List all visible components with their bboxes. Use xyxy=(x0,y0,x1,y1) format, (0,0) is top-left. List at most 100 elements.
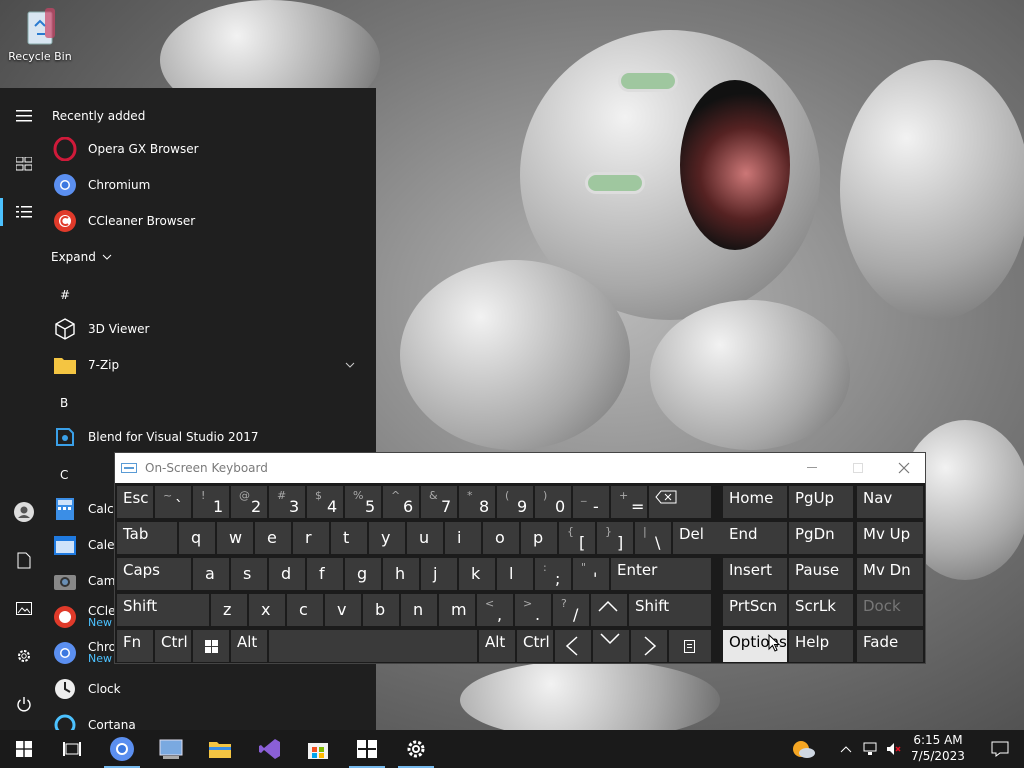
account-button[interactable] xyxy=(0,492,48,532)
key-o[interactable]: o xyxy=(483,522,519,554)
taskbar-chromium[interactable] xyxy=(98,730,146,768)
app-opera-gx[interactable]: Opera GX Browser xyxy=(48,131,368,167)
key-shift-left[interactable]: Shift xyxy=(117,594,209,626)
key-prtscn[interactable]: PrtScn xyxy=(723,594,787,626)
key-r1-7[interactable]: ^ 6 xyxy=(383,486,419,518)
key-windows[interactable] xyxy=(193,630,229,662)
key-m[interactable]: m xyxy=(439,594,475,626)
key-u[interactable]: u xyxy=(407,522,443,554)
taskbar-remote-desktop[interactable] xyxy=(148,730,196,768)
key-arrow-up[interactable] xyxy=(591,594,627,626)
key-b[interactable]: b xyxy=(363,594,399,626)
app-3d-viewer[interactable]: 3D Viewer xyxy=(48,311,368,347)
key-ctrl-left[interactable]: Ctrl xyxy=(155,630,191,662)
key-s[interactable]: s xyxy=(231,558,267,590)
key-d[interactable]: d xyxy=(269,558,305,590)
key-backspace[interactable] xyxy=(649,486,711,518)
power-button[interactable] xyxy=(0,684,48,724)
key-pause[interactable]: Pause xyxy=(789,558,853,590)
start-button[interactable] xyxy=(0,730,48,768)
key-enter[interactable]: Enter xyxy=(611,558,711,590)
key-dock[interactable]: Dock xyxy=(857,594,923,626)
key-i[interactable]: i xyxy=(445,522,481,554)
taskbar-osk[interactable] xyxy=(343,730,391,768)
letter-header-c[interactable]: C xyxy=(60,468,68,482)
key-q[interactable]: q xyxy=(179,522,215,554)
expand-button[interactable]: Expand xyxy=(48,239,368,275)
close-button[interactable] xyxy=(881,453,927,483)
settings-button[interactable] xyxy=(0,636,48,676)
key-r2-punct-2[interactable]: | \ xyxy=(635,522,671,554)
key-scrlk[interactable]: ScrLk xyxy=(789,594,853,626)
key-p[interactable]: p xyxy=(521,522,557,554)
taskbar-settings[interactable] xyxy=(392,730,440,768)
app-clock[interactable]: Clock xyxy=(48,671,368,707)
key-r1-9[interactable]: * 8 xyxy=(459,486,495,518)
key-tab[interactable]: Tab xyxy=(117,522,177,554)
notifications-button[interactable] xyxy=(976,730,1024,768)
system-clock[interactable]: 6:15 AM 7/5/2023 xyxy=(906,732,970,764)
app-blend-vs[interactable]: Blend for Visual Studio 2017 xyxy=(48,419,368,455)
taskbar-store[interactable] xyxy=(294,730,342,768)
weather-button[interactable] xyxy=(780,730,828,768)
letter-header-hash[interactable]: # xyxy=(60,288,70,302)
hamburger-menu-button[interactable] xyxy=(0,96,48,136)
key-r3-punct-0[interactable]: :; xyxy=(535,558,571,590)
key-arrow-down[interactable] xyxy=(593,630,629,662)
tiles-view-button[interactable] xyxy=(0,144,48,184)
key-mv-up[interactable]: Mv Up xyxy=(857,522,923,554)
key-r1-2[interactable]: ! 1 xyxy=(193,486,229,518)
key-ctrl-right[interactable]: Ctrl xyxy=(517,630,553,662)
app-cortana[interactable]: Cortana xyxy=(48,707,368,730)
key-nav[interactable]: Nav xyxy=(857,486,923,518)
key-r1-13[interactable]: + = xyxy=(611,486,647,518)
key-r2-punct-0[interactable]: {[ xyxy=(559,522,595,554)
key-caps[interactable]: Caps xyxy=(117,558,191,590)
key-j[interactable]: j xyxy=(421,558,457,590)
key-r4-punct-2[interactable]: ? / xyxy=(553,594,589,626)
task-view-button[interactable] xyxy=(48,730,96,768)
app-chromium[interactable]: Chromium xyxy=(48,167,368,203)
show-hidden-icons-button[interactable] xyxy=(834,730,858,768)
key-alt-left[interactable]: Alt xyxy=(231,630,267,662)
key-fn[interactable]: Fn xyxy=(117,630,153,662)
taskbar-visual-studio[interactable] xyxy=(246,730,294,768)
minimize-button[interactable] xyxy=(789,453,835,483)
key-t[interactable]: t xyxy=(331,522,367,554)
key-w[interactable]: w xyxy=(217,522,253,554)
app-ccleaner-browser[interactable]: CCleaner Browser xyxy=(48,203,368,239)
key-home[interactable]: Home xyxy=(723,486,787,518)
documents-button[interactable] xyxy=(0,540,48,580)
key-k[interactable]: k xyxy=(459,558,495,590)
recycle-bin-shortcut[interactable]: Recycle Bin xyxy=(6,6,74,63)
key-r1-10[interactable]: (9 xyxy=(497,486,533,518)
key-alt-right[interactable]: Alt xyxy=(479,630,515,662)
key-e[interactable]: e xyxy=(255,522,291,554)
key-arrow-left[interactable] xyxy=(555,630,591,662)
key-y[interactable]: y xyxy=(369,522,405,554)
key-esc[interactable]: Esc xyxy=(117,486,153,518)
chevron-down-icon[interactable] xyxy=(345,362,355,368)
key-x[interactable]: x xyxy=(249,594,285,626)
key-f[interactable]: f xyxy=(307,558,343,590)
key-g[interactable]: g xyxy=(345,558,381,590)
key-arrow-right[interactable] xyxy=(631,630,667,662)
key-l[interactable]: l xyxy=(497,558,533,590)
key-fade[interactable]: Fade xyxy=(857,630,923,662)
key-r[interactable]: r xyxy=(293,522,329,554)
key-h[interactable]: h xyxy=(383,558,419,590)
key-end[interactable]: End xyxy=(723,522,787,554)
key-r4-punct-1[interactable]: >. xyxy=(515,594,551,626)
maximize-button[interactable] xyxy=(835,453,881,483)
key-r1-4[interactable]: #3 xyxy=(269,486,305,518)
key-help[interactable]: Help xyxy=(789,630,853,662)
key-r1-6[interactable]: % 5 xyxy=(345,486,381,518)
key-shift-right[interactable]: Shift xyxy=(629,594,711,626)
key-r4-punct-0[interactable]: <, xyxy=(477,594,513,626)
taskbar-file-explorer[interactable] xyxy=(196,730,244,768)
key-r2-punct-1[interactable]: }] xyxy=(597,522,633,554)
key-mv-dn[interactable]: Mv Dn xyxy=(857,558,923,590)
key-r1-5[interactable]: $4 xyxy=(307,486,343,518)
key-r1-12[interactable]: _ - xyxy=(573,486,609,518)
key-v[interactable]: v xyxy=(325,594,361,626)
